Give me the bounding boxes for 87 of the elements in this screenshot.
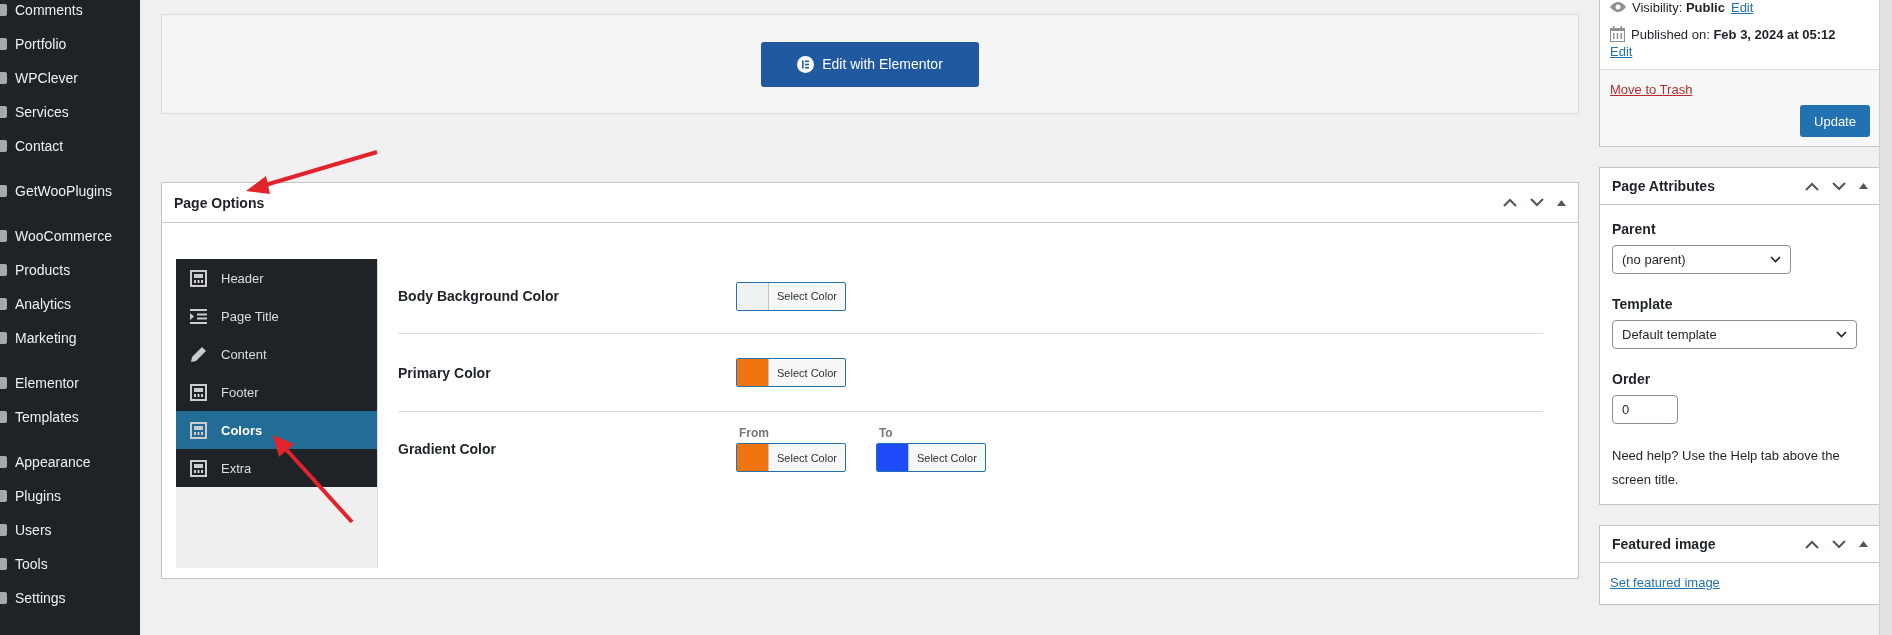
template-label: Template	[1612, 296, 1674, 312]
move-to-trash-link[interactable]: Move to Trash	[1610, 82, 1870, 97]
move-up-icon[interactable]	[1805, 181, 1819, 191]
menu-icon[interactable]	[0, 230, 7, 242]
visibility-text: Visibility: Public	[1632, 0, 1725, 15]
calendar-icon	[1610, 26, 1625, 42]
admin-menu-item[interactable]: Tools	[15, 556, 48, 572]
indent-icon	[190, 307, 207, 325]
menu-icon[interactable]	[0, 456, 7, 468]
menu-icon[interactable]	[0, 4, 7, 16]
order-input[interactable]: 0	[1612, 395, 1678, 424]
admin-menu-item[interactable]: Comments	[15, 2, 83, 18]
edit-link[interactable]: Edit	[1730, 0, 1754, 15]
move-up-icon[interactable]	[1805, 539, 1819, 549]
collapse-icon[interactable]	[1557, 199, 1566, 206]
menu-icon[interactable]	[0, 524, 7, 536]
panel-title: Featured image	[1612, 536, 1716, 552]
collapse-icon[interactable]	[1859, 541, 1868, 547]
menu-icon[interactable]	[0, 332, 7, 344]
menu-icon[interactable]	[0, 140, 7, 152]
update-button[interactable]: Update	[1800, 105, 1870, 137]
layout-icon	[190, 421, 207, 439]
admin-menu-item[interactable]: GetWooPlugins	[15, 183, 112, 199]
admin-menu-item[interactable]: Users	[15, 522, 52, 538]
admin-menu-item[interactable]: Appearance	[15, 454, 91, 470]
menu-icon[interactable]	[0, 558, 7, 570]
admin-menu-item[interactable]: Settings	[15, 590, 66, 606]
chevron-down-icon	[1770, 256, 1781, 263]
admin-menu-item[interactable]: Portfolio	[15, 36, 67, 52]
help-text: Need help? Use the Help tab above the screen title.	[1612, 447, 1841, 489]
menu-icon[interactable]	[0, 38, 7, 50]
set-featured-image-link[interactable]: Set featured image	[1610, 575, 1720, 590]
move-down-icon[interactable]	[1832, 181, 1846, 191]
field-label: Primary Color	[398, 364, 492, 381]
color-picker-button[interactable]: Select Color	[875, 443, 986, 472]
picker-caption: From	[738, 426, 770, 440]
move-down-icon[interactable]	[1530, 198, 1544, 207]
menu-icon[interactable]	[0, 264, 7, 276]
collapse-icon[interactable]	[1859, 183, 1868, 189]
options-tab[interactable]: Footer	[176, 373, 377, 411]
template-select[interactable]: Default template	[1612, 320, 1857, 349]
color-picker-button[interactable]: Select Color	[736, 358, 846, 387]
admin-menu-item[interactable]: WPClever	[15, 70, 78, 86]
layout-icon	[190, 459, 207, 477]
menu-icon[interactable]	[0, 185, 7, 197]
elementor-icon	[797, 55, 815, 73]
options-tab[interactable]: Header	[176, 259, 377, 297]
menu-icon[interactable]	[0, 592, 7, 604]
admin-menu-item[interactable]: WooCommerce	[15, 228, 112, 244]
menu-icon[interactable]	[0, 106, 7, 118]
admin-menu-item[interactable]: Plugins	[15, 488, 61, 504]
color-picker-button[interactable]: Select Color	[736, 443, 846, 472]
edit-with-elementor-button[interactable]: Edit with Elementor	[761, 41, 979, 87]
order-label: Order	[1612, 371, 1652, 387]
admin-menu-item[interactable]: Contact	[15, 138, 64, 154]
menu-icon[interactable]	[0, 72, 7, 84]
admin-menu-item[interactable]: Products	[15, 262, 71, 278]
options-tab[interactable]: Content	[176, 335, 377, 373]
move-up-icon[interactable]	[1503, 198, 1517, 207]
edit-link[interactable]: Edit	[1610, 44, 1633, 59]
field-label: Body Background Color	[398, 288, 560, 304]
admin-menu-item[interactable]: Analytics	[15, 296, 72, 312]
menu-icon[interactable]	[0, 490, 7, 502]
options-tab[interactable]: Colors	[176, 411, 377, 449]
picker-caption: To	[877, 426, 894, 440]
options-tab[interactable]: Extra	[176, 449, 377, 487]
move-down-icon[interactable]	[1832, 539, 1846, 549]
parent-select[interactable]: (no parent)	[1612, 245, 1791, 274]
admin-menu-item[interactable]: Services	[15, 104, 69, 120]
color-picker-button[interactable]: Select Color	[736, 281, 846, 311]
parent-label: Parent	[1612, 221, 1657, 237]
layout-icon	[190, 383, 207, 401]
panel-title: Page Options	[174, 194, 265, 211]
options-tab[interactable]: Page Title	[176, 297, 377, 335]
panel-title: Page Attributes	[1612, 178, 1715, 194]
layout-icon	[190, 269, 207, 287]
admin-menu-item[interactable]: Elementor	[15, 375, 79, 391]
menu-icon[interactable]	[0, 411, 7, 423]
pencil-icon	[190, 345, 207, 363]
field-label: Gradient Color	[398, 441, 497, 457]
admin-menu-item[interactable]: Templates	[15, 409, 79, 425]
admin-menu-item[interactable]: Marketing	[15, 330, 77, 346]
chevron-down-icon	[1836, 331, 1847, 338]
published-date-text: Published on: Feb 3, 2024 at 05:12	[1631, 26, 1836, 42]
menu-icon[interactable]	[0, 298, 7, 310]
scrollbar[interactable]	[1879, 0, 1892, 635]
menu-icon[interactable]	[0, 377, 7, 389]
